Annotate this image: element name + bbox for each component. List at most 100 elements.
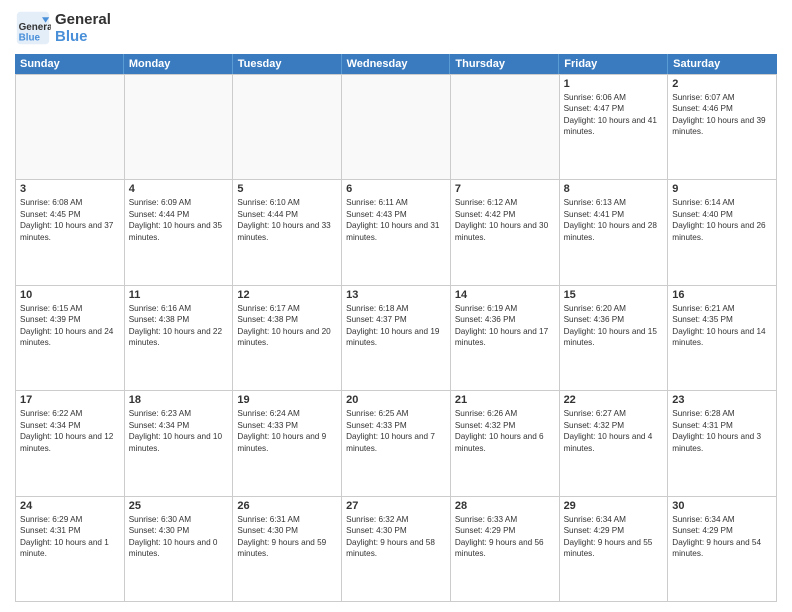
weekday-header-tuesday: Tuesday [233, 54, 342, 74]
day-number: 5 [237, 183, 337, 195]
day-number: 10 [20, 289, 120, 301]
day-cell-28: 28 Sunrise: 6:33 AM Sunset: 4:29 PM Dayli… [451, 497, 560, 602]
day-cell-13: 13 Sunrise: 6:18 AM Sunset: 4:37 PM Dayli… [342, 286, 451, 391]
day-cell-2: 2 Sunrise: 6:07 AM Sunset: 4:46 PM Daylig… [668, 75, 777, 180]
day-info: Sunrise: 6:19 AM Sunset: 4:36 PM Dayligh… [455, 303, 555, 349]
day-cell-23: 23 Sunrise: 6:28 AM Sunset: 4:31 PM Dayli… [668, 391, 777, 496]
svg-text:Blue: Blue [19, 33, 41, 44]
empty-cell [16, 75, 125, 180]
day-number: 11 [129, 289, 229, 301]
day-info: Sunrise: 6:16 AM Sunset: 4:38 PM Dayligh… [129, 303, 229, 349]
day-info: Sunrise: 6:22 AM Sunset: 4:34 PM Dayligh… [20, 408, 120, 454]
day-cell-4: 4 Sunrise: 6:09 AM Sunset: 4:44 PM Daylig… [125, 180, 234, 285]
svg-text:General: General [19, 22, 51, 33]
day-number: 8 [564, 183, 664, 195]
empty-cell [342, 75, 451, 180]
logo: General Blue General Blue [15, 10, 111, 46]
day-cell-1: 1 Sunrise: 6:06 AM Sunset: 4:47 PM Daylig… [560, 75, 669, 180]
day-cell-18: 18 Sunrise: 6:23 AM Sunset: 4:34 PM Dayli… [125, 391, 234, 496]
day-info: Sunrise: 6:34 AM Sunset: 4:29 PM Dayligh… [564, 514, 664, 560]
day-number: 21 [455, 394, 555, 406]
day-info: Sunrise: 6:07 AM Sunset: 4:46 PM Dayligh… [672, 92, 772, 138]
day-cell-7: 7 Sunrise: 6:12 AM Sunset: 4:42 PM Daylig… [451, 180, 560, 285]
day-info: Sunrise: 6:26 AM Sunset: 4:32 PM Dayligh… [455, 408, 555, 454]
day-number: 4 [129, 183, 229, 195]
empty-cell [125, 75, 234, 180]
day-info: Sunrise: 6:09 AM Sunset: 4:44 PM Dayligh… [129, 197, 229, 243]
day-number: 1 [564, 78, 664, 90]
day-cell-30: 30 Sunrise: 6:34 AM Sunset: 4:29 PM Dayli… [668, 497, 777, 602]
day-number: 6 [346, 183, 446, 195]
day-number: 13 [346, 289, 446, 301]
calendar-body: 1 Sunrise: 6:06 AM Sunset: 4:47 PM Daylig… [15, 74, 777, 602]
weekday-header-sunday: Sunday [15, 54, 124, 74]
day-cell-24: 24 Sunrise: 6:29 AM Sunset: 4:31 PM Dayli… [16, 497, 125, 602]
calendar: SundayMondayTuesdayWednesdayThursdayFrid… [15, 54, 777, 602]
day-number: 28 [455, 500, 555, 512]
day-number: 7 [455, 183, 555, 195]
day-number: 22 [564, 394, 664, 406]
day-number: 12 [237, 289, 337, 301]
day-number: 26 [237, 500, 337, 512]
day-cell-3: 3 Sunrise: 6:08 AM Sunset: 4:45 PM Daylig… [16, 180, 125, 285]
day-info: Sunrise: 6:17 AM Sunset: 4:38 PM Dayligh… [237, 303, 337, 349]
weekday-header-friday: Friday [559, 54, 668, 74]
weekday-header-thursday: Thursday [450, 54, 559, 74]
day-number: 3 [20, 183, 120, 195]
day-number: 30 [672, 500, 772, 512]
day-number: 23 [672, 394, 772, 406]
day-info: Sunrise: 6:28 AM Sunset: 4:31 PM Dayligh… [672, 408, 772, 454]
calendar-header: SundayMondayTuesdayWednesdayThursdayFrid… [15, 54, 777, 74]
day-info: Sunrise: 6:15 AM Sunset: 4:39 PM Dayligh… [20, 303, 120, 349]
day-number: 9 [672, 183, 772, 195]
day-info: Sunrise: 6:23 AM Sunset: 4:34 PM Dayligh… [129, 408, 229, 454]
day-cell-8: 8 Sunrise: 6:13 AM Sunset: 4:41 PM Daylig… [560, 180, 669, 285]
day-cell-29: 29 Sunrise: 6:34 AM Sunset: 4:29 PM Dayli… [560, 497, 669, 602]
day-cell-11: 11 Sunrise: 6:16 AM Sunset: 4:38 PM Dayli… [125, 286, 234, 391]
weekday-header-wednesday: Wednesday [342, 54, 451, 74]
day-number: 15 [564, 289, 664, 301]
logo-icon: General Blue [15, 10, 51, 46]
day-cell-27: 27 Sunrise: 6:32 AM Sunset: 4:30 PM Dayli… [342, 497, 451, 602]
day-cell-20: 20 Sunrise: 6:25 AM Sunset: 4:33 PM Dayli… [342, 391, 451, 496]
day-info: Sunrise: 6:13 AM Sunset: 4:41 PM Dayligh… [564, 197, 664, 243]
day-info: Sunrise: 6:32 AM Sunset: 4:30 PM Dayligh… [346, 514, 446, 560]
day-info: Sunrise: 6:12 AM Sunset: 4:42 PM Dayligh… [455, 197, 555, 243]
day-number: 16 [672, 289, 772, 301]
day-info: Sunrise: 6:31 AM Sunset: 4:30 PM Dayligh… [237, 514, 337, 560]
day-cell-25: 25 Sunrise: 6:30 AM Sunset: 4:30 PM Dayli… [125, 497, 234, 602]
day-cell-22: 22 Sunrise: 6:27 AM Sunset: 4:32 PM Dayli… [560, 391, 669, 496]
day-number: 19 [237, 394, 337, 406]
header: General Blue General Blue [15, 10, 777, 46]
day-info: Sunrise: 6:27 AM Sunset: 4:32 PM Dayligh… [564, 408, 664, 454]
day-number: 2 [672, 78, 772, 90]
day-info: Sunrise: 6:14 AM Sunset: 4:40 PM Dayligh… [672, 197, 772, 243]
day-number: 20 [346, 394, 446, 406]
day-cell-19: 19Sunrise: 6:24 AM Sunset: 4:33 PM Dayli… [233, 391, 342, 496]
day-number: 24 [20, 500, 120, 512]
day-info: Sunrise: 6:08 AM Sunset: 4:45 PM Dayligh… [20, 197, 120, 243]
weekday-header-monday: Monday [124, 54, 233, 74]
day-cell-9: 9 Sunrise: 6:14 AM Sunset: 4:40 PM Daylig… [668, 180, 777, 285]
day-number: 25 [129, 500, 229, 512]
day-number: 27 [346, 500, 446, 512]
weekday-header-saturday: Saturday [668, 54, 777, 74]
day-cell-26: 26 Sunrise: 6:31 AM Sunset: 4:30 PM Dayli… [233, 497, 342, 602]
day-info: Sunrise: 6:25 AM Sunset: 4:33 PM Dayligh… [346, 408, 446, 454]
empty-cell [233, 75, 342, 180]
day-info: Sunrise: 6:18 AM Sunset: 4:37 PM Dayligh… [346, 303, 446, 349]
day-info: Sunrise: 6:33 AM Sunset: 4:29 PM Dayligh… [455, 514, 555, 560]
day-info: Sunrise: 6:34 AM Sunset: 4:29 PM Dayligh… [672, 514, 772, 560]
day-cell-15: 15 Sunrise: 6:20 AM Sunset: 4:36 PM Dayli… [560, 286, 669, 391]
day-info: Sunrise: 6:30 AM Sunset: 4:30 PM Dayligh… [129, 514, 229, 560]
day-number: 18 [129, 394, 229, 406]
day-number: 17 [20, 394, 120, 406]
day-number: 29 [564, 500, 664, 512]
day-info: Sunrise: 6:06 AM Sunset: 4:47 PM Dayligh… [564, 92, 664, 138]
day-info: Sunrise: 6:29 AM Sunset: 4:31 PM Dayligh… [20, 514, 120, 560]
day-cell-21: 21 Sunrise: 6:26 AM Sunset: 4:32 PM Dayli… [451, 391, 560, 496]
day-info: Sunrise: 6:10 AM Sunset: 4:44 PM Dayligh… [237, 197, 337, 243]
empty-cell [451, 75, 560, 180]
day-info: Sunrise: 6:11 AM Sunset: 4:43 PM Dayligh… [346, 197, 446, 243]
day-info: Sunrise: 6:20 AM Sunset: 4:36 PM Dayligh… [564, 303, 664, 349]
